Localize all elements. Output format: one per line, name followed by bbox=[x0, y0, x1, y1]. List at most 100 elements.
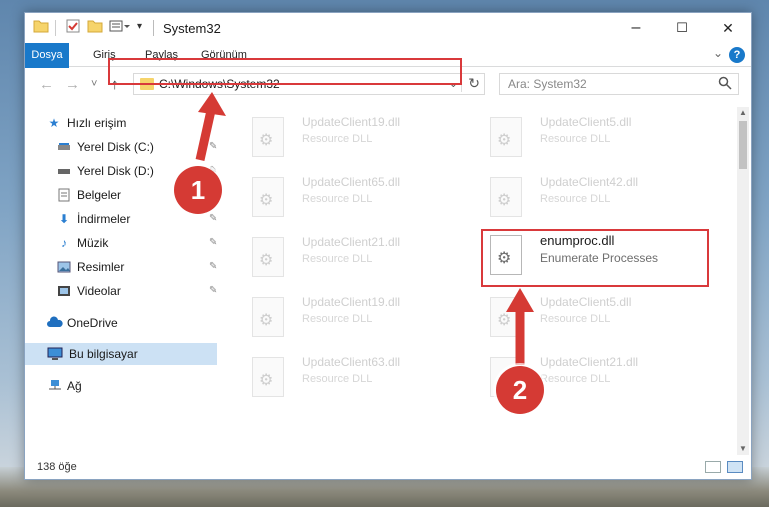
pin-icon: ✎ bbox=[209, 213, 218, 224]
search-box[interactable]: Ara: System32 bbox=[499, 73, 739, 95]
address-bar-highlight bbox=[108, 58, 462, 85]
new-folder-icon[interactable] bbox=[87, 18, 105, 36]
divider bbox=[153, 20, 154, 36]
item-count: 138 öğe bbox=[37, 461, 77, 473]
sidebar-item-onedrive[interactable]: OneDrive bbox=[47, 312, 217, 334]
details-view-icon[interactable] bbox=[705, 461, 721, 473]
file-item[interactable]: ⚙ UpdateClient42.dll Resource DLL bbox=[478, 173, 708, 229]
quick-access-dropdown-icon[interactable]: ▾ bbox=[137, 21, 142, 32]
file-description: Resource DLL bbox=[302, 313, 373, 325]
file-name: UpdateClient63.dll bbox=[302, 355, 401, 369]
sidebar-item-pictures[interactable]: Resimler ✎ bbox=[57, 256, 217, 278]
sidebar-item-label: İndirmeler bbox=[77, 212, 131, 226]
pin-icon: ✎ bbox=[209, 141, 218, 152]
properties-icon[interactable] bbox=[65, 18, 83, 36]
vertical-scrollbar[interactable]: ▲ ▼ bbox=[737, 107, 749, 455]
file-item[interactable]: ⚙ UpdateClient5.dll Resource DLL bbox=[478, 113, 708, 169]
sidebar-item-label: Müzik bbox=[77, 236, 109, 250]
computer-icon bbox=[47, 347, 63, 361]
file-description: Resource DLL bbox=[302, 253, 373, 265]
dll-file-icon: ⚙ bbox=[490, 117, 522, 157]
file-description: Resource DLL bbox=[302, 133, 373, 145]
search-input[interactable]: Ara: System32 bbox=[508, 77, 587, 91]
sidebar-item-label: Hızlı erişim bbox=[67, 116, 127, 130]
file-name: UpdateClient65.dll bbox=[302, 175, 401, 189]
dll-file-icon: ⚙ bbox=[252, 237, 284, 277]
forward-button[interactable]: → bbox=[65, 76, 80, 93]
dll-file-icon: ⚙ bbox=[490, 177, 522, 217]
refresh-icon[interactable]: ↻ bbox=[468, 75, 480, 92]
file-item[interactable]: ⚙ UpdateClient5.dll Resource DLL bbox=[478, 293, 708, 349]
file-name: UpdateClient19.dll bbox=[302, 115, 401, 129]
file-name: UpdateClient42.dll bbox=[540, 175, 639, 189]
folder-icon[interactable] bbox=[33, 18, 51, 36]
pin-icon: ✎ bbox=[209, 285, 218, 296]
dll-file-icon: ⚙ bbox=[490, 297, 522, 337]
music-icon: ♪ bbox=[61, 236, 67, 250]
documents-icon bbox=[57, 188, 71, 202]
sidebar-item-videos[interactable]: Videolar ✎ bbox=[57, 280, 217, 302]
sidebar-item-label: Bu bilgisayar bbox=[69, 347, 138, 361]
help-button[interactable]: ? bbox=[729, 47, 745, 63]
dll-file-icon: ⚙ bbox=[252, 117, 284, 157]
status-bar: 138 öğe bbox=[25, 455, 751, 479]
cloud-icon bbox=[47, 316, 63, 330]
video-icon bbox=[57, 284, 71, 298]
sidebar-item-network[interactable]: Ağ bbox=[47, 375, 217, 397]
sidebar-item-this-pc[interactable]: Bu bilgisayar bbox=[25, 343, 217, 365]
file-description: Resource DLL bbox=[540, 313, 611, 325]
expand-ribbon-icon[interactable]: ⌄ bbox=[713, 46, 723, 60]
file-name: UpdateClient5.dll bbox=[540, 295, 632, 309]
step-1-badge: 1 bbox=[174, 166, 222, 214]
sidebar-item-local-disk-c[interactable]: Yerel Disk (C:) ✎ bbox=[57, 136, 217, 158]
file-name: UpdateClient19.dll bbox=[302, 295, 401, 309]
sidebar-item-music[interactable]: ♪ Müzik ✎ bbox=[57, 232, 217, 254]
recent-locations-button[interactable]: ˅ bbox=[91, 78, 97, 90]
download-icon: ⬇ bbox=[58, 212, 70, 226]
file-description: Resource DLL bbox=[540, 133, 611, 145]
customize-toolbar-icon[interactable] bbox=[109, 18, 130, 36]
sidebar-item-label: OneDrive bbox=[67, 316, 118, 330]
file-description: Resource DLL bbox=[302, 193, 373, 205]
minimize-button[interactable]: – bbox=[613, 13, 659, 43]
pin-icon: ✎ bbox=[209, 237, 218, 248]
divider bbox=[55, 20, 56, 36]
dll-file-icon: ⚙ bbox=[252, 297, 284, 337]
window-title: System32 bbox=[163, 21, 221, 36]
file-description: Resource DLL bbox=[540, 193, 611, 205]
file-description: Resource DLL bbox=[540, 373, 611, 385]
scrollbar-thumb[interactable] bbox=[739, 121, 747, 169]
pin-icon: ✎ bbox=[209, 261, 218, 272]
file-name: UpdateClient21.dll bbox=[302, 235, 401, 249]
sidebar-item-label: Belgeler bbox=[77, 188, 122, 202]
file-item[interactable]: ⚙ UpdateClient63.dll Resource DLL bbox=[240, 353, 470, 409]
network-icon bbox=[47, 379, 61, 393]
title-bar: ▾ System32 – ☐ ✕ bbox=[25, 13, 751, 43]
sidebar-item-label: Yerel Disk (C:) bbox=[77, 140, 154, 154]
file-description: Resource DLL bbox=[302, 373, 373, 385]
maximize-button[interactable]: ☐ bbox=[659, 13, 705, 43]
close-button[interactable]: ✕ bbox=[705, 13, 751, 43]
search-icon[interactable] bbox=[718, 76, 732, 93]
file-item[interactable]: ⚙ UpdateClient19.dll Resource DLL bbox=[240, 293, 470, 349]
scroll-up-icon[interactable]: ▲ bbox=[737, 107, 749, 119]
file-name: UpdateClient5.dll bbox=[540, 115, 632, 129]
navigation-pane: ★ Hızlı erişim Yerel Disk (C:) ✎ Yerel D… bbox=[25, 107, 219, 455]
sidebar-item-label: Videolar bbox=[77, 284, 121, 298]
file-name: UpdateClient21.dll bbox=[540, 355, 639, 369]
sidebar-item-label: Yerel Disk (D:) bbox=[77, 164, 154, 178]
sidebar-item-label: Resimler bbox=[77, 260, 125, 274]
file-item[interactable]: ⚙ UpdateClient65.dll Resource DLL bbox=[240, 173, 470, 229]
pictures-icon bbox=[57, 260, 71, 274]
dll-file-icon: ⚙ bbox=[252, 177, 284, 217]
star-icon: ★ bbox=[48, 116, 60, 130]
file-item[interactable]: ⚙ UpdateClient21.dll Resource DLL bbox=[240, 233, 470, 289]
back-button[interactable]: ← bbox=[39, 76, 54, 93]
file-item[interactable]: ⚙ UpdateClient19.dll Resource DLL bbox=[240, 113, 470, 169]
sidebar-item-quick-access[interactable]: ★ Hızlı erişim bbox=[47, 112, 217, 134]
step-2-badge: 2 bbox=[496, 366, 544, 414]
file-highlight bbox=[481, 229, 709, 287]
scroll-down-icon[interactable]: ▼ bbox=[737, 443, 749, 455]
sidebar-item-label: Ağ bbox=[67, 379, 82, 393]
large-icons-view-icon[interactable] bbox=[727, 461, 743, 473]
